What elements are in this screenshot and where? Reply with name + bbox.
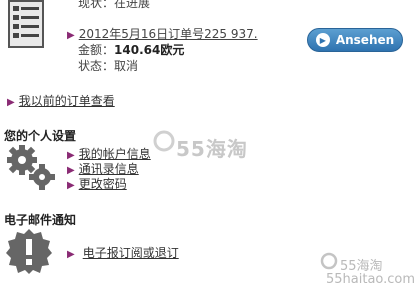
bullet-triangle-icon: ▶ xyxy=(67,249,75,260)
bullet-triangle-icon: ▶ xyxy=(67,30,75,41)
arrow-right-icon: ▶ xyxy=(315,33,330,47)
address-book-text[interactable]: 通讯录信息 xyxy=(79,162,139,176)
order-amount: 金额：140.64欧元 xyxy=(78,41,184,58)
address-book-link[interactable]: ▶ 通讯录信息 xyxy=(67,162,151,177)
newsletter-link[interactable]: ▶ 电子报订阅或退订 xyxy=(67,244,179,261)
watermark-url: 55haitao.com xyxy=(326,272,416,287)
bullet-triangle-icon: ▶ xyxy=(67,150,75,161)
personal-settings-title: 您的个人设置 xyxy=(4,129,77,143)
order-document-icon xyxy=(8,0,44,48)
newsletter-link-text[interactable]: 电子报订阅或退订 xyxy=(83,246,179,260)
amount-label: 金额： xyxy=(78,43,115,57)
account-info-text[interactable]: 我的帐户信息 xyxy=(79,147,151,161)
bullet-triangle-icon: ▶ xyxy=(67,180,75,191)
bullet-triangle-icon: ▶ xyxy=(7,97,15,108)
watermark-logo-icon xyxy=(153,130,175,152)
amount-value: 140.64欧元 xyxy=(114,43,185,57)
personal-settings-links: ▶ 我的帐户信息 ▶ 通讯录信息 ▶ 更改密码 xyxy=(67,147,151,192)
ansehen-button-label: Ansehen xyxy=(335,33,395,47)
watermark-center: 55海淘 xyxy=(176,137,248,161)
watermark-logo-icon xyxy=(320,252,338,270)
bullet-triangle-icon: ▶ xyxy=(67,165,75,176)
account-info-link[interactable]: ▶ 我的帐户信息 xyxy=(67,147,151,162)
exclamation-badge-icon xyxy=(6,229,52,274)
order-status-top: 现状：在进展 xyxy=(78,0,151,10)
email-notification-title: 电子邮件通知 xyxy=(4,213,77,227)
order-link-text[interactable]: 2012年5月16日订单号225 937. xyxy=(79,27,258,41)
change-password-link[interactable]: ▶ 更改密码 xyxy=(67,177,151,192)
order-link[interactable]: ▶ 2012年5月16日订单号225 937. xyxy=(67,25,258,42)
gears-icon xyxy=(7,145,55,190)
previous-orders-link[interactable]: ▶ 我以前的订单查看 xyxy=(7,92,115,109)
previous-orders-text[interactable]: 我以前的订单查看 xyxy=(19,94,115,108)
order-status: 状态：取消 xyxy=(78,59,139,73)
change-password-text[interactable]: 更改密码 xyxy=(79,177,127,191)
ansehen-button[interactable]: ▶ Ansehen xyxy=(307,28,403,52)
